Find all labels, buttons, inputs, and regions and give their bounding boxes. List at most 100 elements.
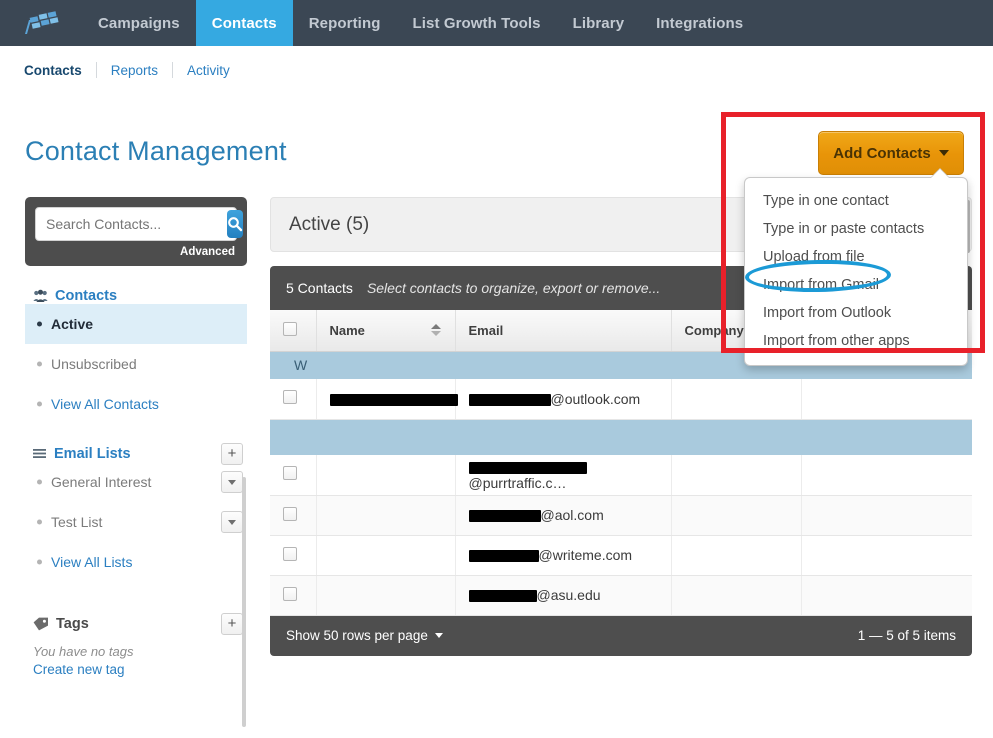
cell-extra [801, 455, 972, 496]
app-logo[interactable] [0, 0, 82, 46]
table-row[interactable]: @asu.edu [270, 575, 972, 616]
search-field-wrapper [35, 207, 243, 241]
rows-per-page-label: Show 50 rows per page [286, 628, 428, 643]
menu-item-import-from-gmail[interactable]: Import from Gmail [745, 271, 967, 299]
column-label-company: Company [684, 322, 744, 338]
bullet-icon [37, 321, 42, 327]
nav-item-library[interactable]: Library [557, 0, 641, 46]
rows-per-page-selector[interactable]: Show 50 rows per page [286, 628, 443, 643]
sidebar-item-active[interactable]: Active [25, 304, 247, 344]
row-checkbox[interactable] [283, 466, 297, 481]
sidebar-item-label: Active [51, 316, 94, 332]
cell-email: @outlook.com [455, 379, 672, 420]
table-row[interactable]: @outlook.com [270, 379, 972, 420]
sidebar-item-label: View All Contacts [51, 396, 159, 412]
menu-item-type-in-or-paste-contacts[interactable]: Type in or paste contacts [745, 215, 967, 243]
sidebar-item-general-interest[interactable]: General Interest [25, 462, 247, 502]
menu-item-import-from-other-apps[interactable]: Import from other apps [745, 327, 967, 355]
cell-email: @purrtraffic.c… [455, 455, 672, 496]
advanced-search-link[interactable]: Advanced [35, 241, 237, 262]
add-contacts-label: Add Contacts [833, 144, 931, 162]
search-panel: Advanced [25, 197, 247, 266]
sidebar-item-view-all-lists[interactable]: View All Lists [25, 542, 247, 582]
sidebar-section-tags: Tags + [25, 613, 247, 635]
cell-email: @asu.edu [455, 575, 672, 616]
search-button[interactable] [227, 210, 243, 238]
search-input[interactable] [38, 216, 227, 232]
column-header-email[interactable]: Email [455, 310, 672, 352]
email-list-options-button[interactable] [221, 511, 243, 533]
sidebar-item-test-list[interactable]: Test List [25, 502, 247, 542]
sidebar-item-label: View All Lists [51, 554, 133, 570]
contacts-table-footer: Show 50 rows per page 1 — 5 of 5 items [270, 615, 972, 656]
sidebar-item-view-all-contacts[interactable]: View All Contacts [25, 384, 247, 424]
subnav-item-contacts[interactable]: Contacts [24, 63, 96, 78]
sub-navigation-bar: Contacts Reports Activity [0, 46, 993, 94]
menu-item-import-from-outlook[interactable]: Import from Outlook [745, 299, 967, 327]
column-header-name[interactable]: Name [316, 310, 456, 352]
column-label-name: Name [329, 322, 365, 338]
redacted-email-user [468, 510, 541, 523]
add-contacts-dropdown-menu: Type in one contact Type in or paste con… [744, 168, 968, 366]
table-row[interactable]: @writeme.com [270, 535, 972, 576]
checkered-flag-logo-icon [25, 11, 59, 34]
cell-company [671, 379, 802, 420]
select-all-header [270, 310, 317, 352]
row-select-cell [270, 575, 317, 616]
row-checkbox[interactable] [283, 506, 297, 521]
chevron-down-icon [434, 633, 443, 638]
table-row[interactable]: @aol.com [270, 495, 972, 536]
row-checkbox[interactable] [283, 546, 297, 561]
row-checkbox[interactable] [283, 586, 297, 601]
nav-item-list-growth-tools[interactable]: List Growth Tools [396, 0, 556, 46]
nav-item-integrations[interactable]: Integrations [640, 0, 759, 46]
bullet-icon [37, 559, 42, 565]
nav-item-reporting[interactable]: Reporting [293, 0, 397, 46]
row-select-cell [270, 535, 317, 576]
cell-name [316, 495, 456, 536]
menu-item-type-in-one-contact[interactable]: Type in one contact [745, 187, 967, 215]
bullet-icon [37, 519, 42, 525]
email-domain: @aol.com [540, 507, 604, 523]
sidebar-section-email-lists: Email Lists + [25, 443, 247, 465]
cell-company [671, 535, 802, 576]
active-list-title: Active (5) [289, 213, 370, 235]
sort-icon[interactable] [430, 324, 441, 337]
cell-name [316, 535, 456, 576]
email-list-options-button[interactable] [221, 471, 243, 493]
cell-company [671, 495, 802, 536]
sidebar: Advanced Contacts Active Unsubscribed Vi… [25, 197, 247, 677]
redacted-email-user [468, 590, 537, 603]
selection-hint: Select contacts to organize, export or r… [366, 280, 661, 296]
nav-item-campaigns[interactable]: Campaigns [82, 0, 196, 46]
sidebar-section-label-tags[interactable]: Tags [56, 616, 89, 632]
redacted-name [329, 394, 458, 407]
sidebar-item-label: Test List [51, 514, 103, 530]
sidebar-item-label: Unsubscribed [51, 356, 137, 372]
sidebar-section-contacts: Contacts [25, 288, 247, 304]
sidebar-section-label-email-lists[interactable]: Email Lists [54, 446, 131, 462]
chevron-down-icon [938, 150, 949, 156]
add-tag-button[interactable]: + [221, 613, 243, 635]
sidebar-item-unsubscribed[interactable]: Unsubscribed [25, 344, 247, 384]
row-checkbox[interactable] [283, 390, 297, 405]
cell-company [671, 455, 802, 496]
menu-item-upload-from-file[interactable]: Upload from file [745, 243, 967, 271]
pagination-status: 1 — 5 of 5 items [857, 628, 956, 643]
app-root: Campaigns Contacts Reporting List Growth… [0, 0, 993, 738]
subnav-item-reports[interactable]: Reports [97, 63, 172, 78]
cell-company [671, 575, 802, 616]
page-title: Contact Management [25, 136, 287, 166]
sidebar-section-label-contacts[interactable]: Contacts [55, 288, 117, 304]
subnav-item-activity[interactable]: Activity [173, 63, 244, 78]
table-row[interactable]: @purrtraffic.c… [270, 455, 972, 496]
nav-item-contacts[interactable]: Contacts [195, 0, 293, 46]
email-domain: @asu.edu [536, 587, 601, 603]
contacts-table-body: W @outlook.com @purrtraffic.c… @aol.com … [270, 351, 972, 616]
create-new-tag-link[interactable]: Create new tag [25, 662, 247, 677]
list-icon [33, 448, 46, 458]
select-all-checkbox[interactable] [283, 321, 297, 336]
chevron-down-icon [228, 519, 236, 525]
group-label-blank [270, 419, 972, 455]
sidebar-scrollbar[interactable] [242, 477, 246, 727]
